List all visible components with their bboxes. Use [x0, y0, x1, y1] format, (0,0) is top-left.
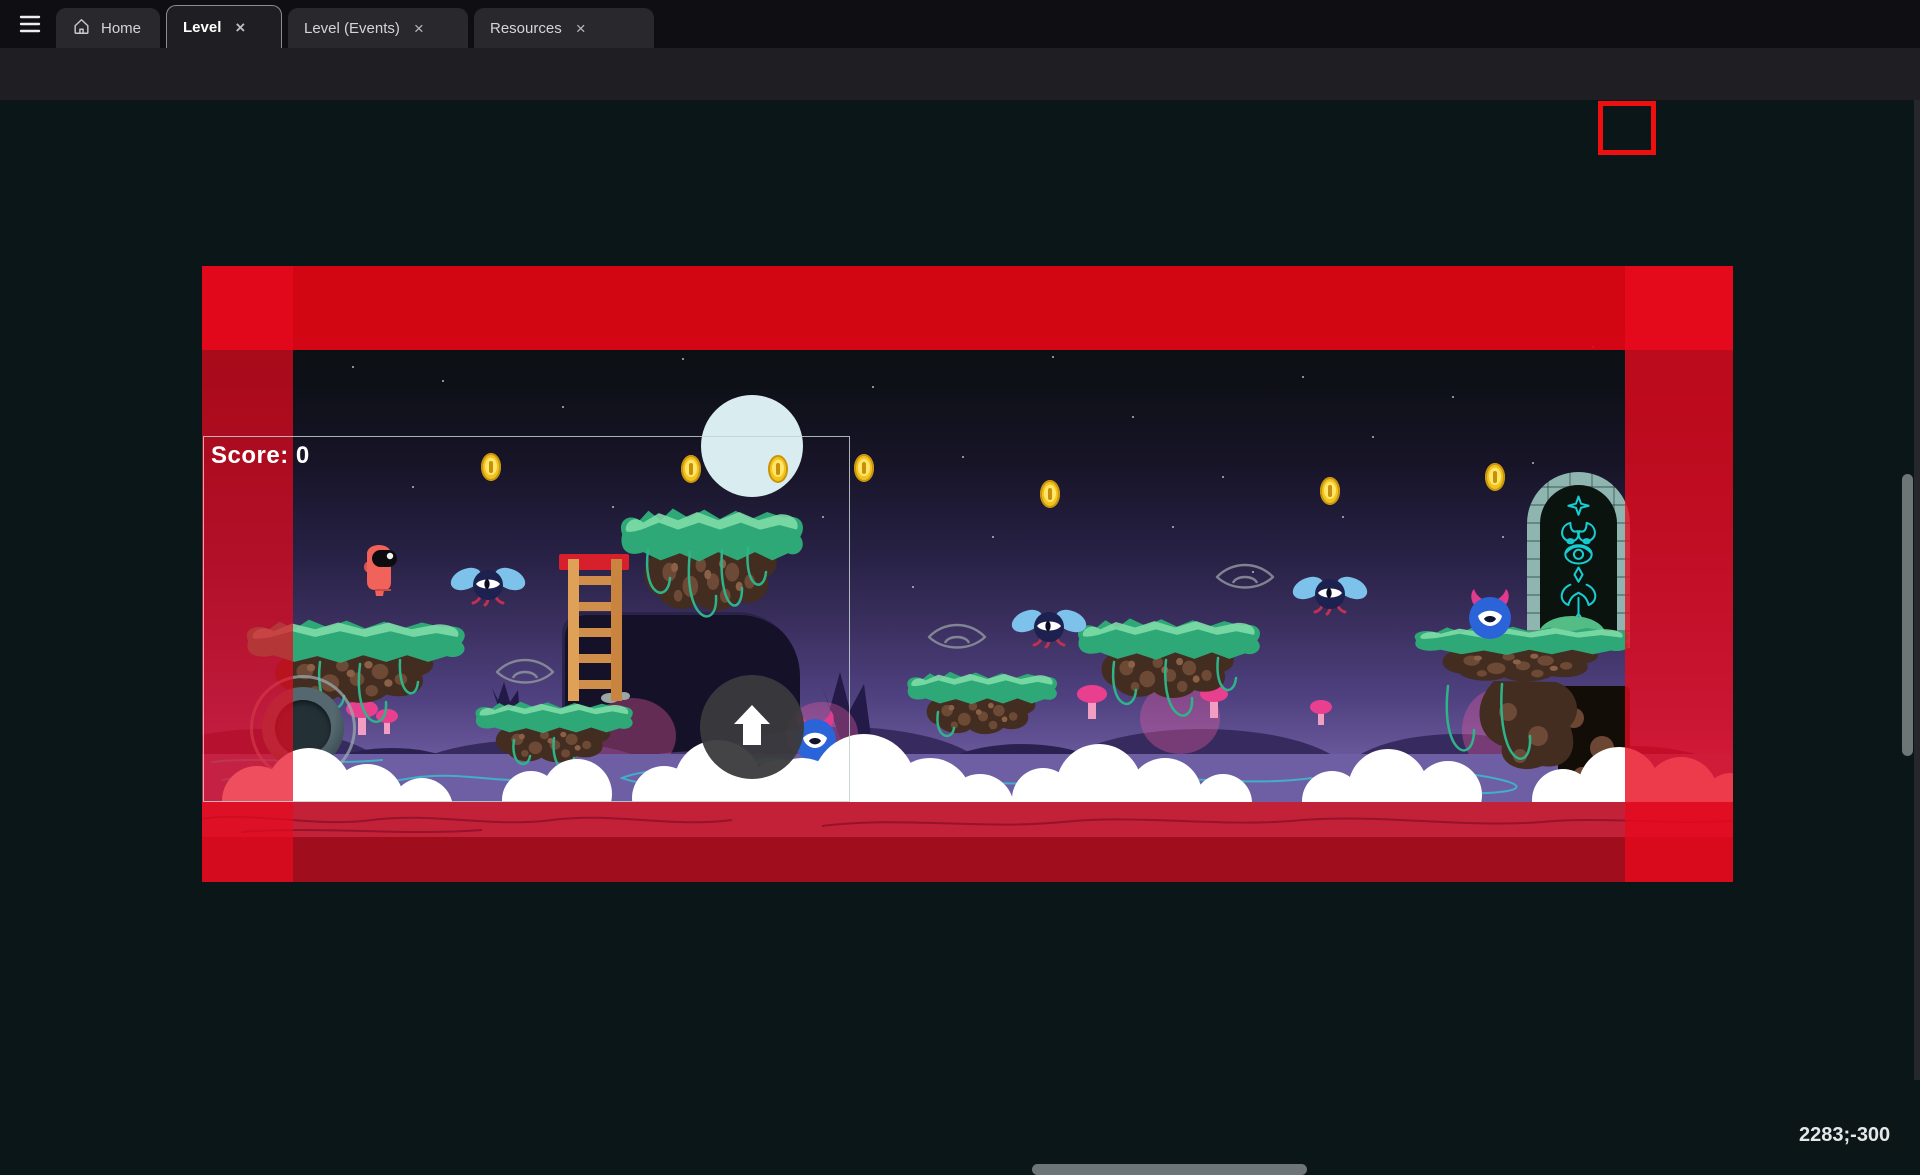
coin-sprite[interactable]: [854, 454, 874, 482]
tab-home[interactable]: Home: [56, 8, 160, 48]
fly-enemy-sprite[interactable]: [1292, 572, 1368, 618]
selection-rectangle[interactable]: [203, 436, 850, 802]
lava-band-top: [202, 802, 1733, 837]
close-tab-icon[interactable]: ×: [231, 17, 249, 38]
canvas-edge: [1914, 100, 1920, 1080]
vertical-scrollbar[interactable]: [1902, 474, 1913, 756]
cursor-coordinates: 2283;-300: [1789, 1121, 1900, 1150]
level-scene[interactable]: Score: 0: [202, 266, 1733, 882]
fly-enemy-sprite[interactable]: [1011, 605, 1087, 651]
tab-label: Level: [183, 19, 221, 36]
hamburger-icon: [16, 24, 44, 39]
main-menu-button[interactable]: [10, 11, 42, 39]
app-window: Home Level × Level (Events) × Resources …: [0, 0, 1920, 1080]
close-tab-icon[interactable]: ×: [410, 18, 428, 39]
tab-bar: Home Level × Level (Events) × Resources …: [0, 0, 1920, 48]
close-tab-icon[interactable]: ×: [572, 18, 590, 39]
tab-label: Level (Events): [304, 20, 400, 37]
tab-level-events[interactable]: Level (Events) ×: [288, 8, 468, 48]
coin-sprite[interactable]: [1040, 480, 1060, 508]
lava-band-bottom: [202, 837, 1733, 882]
home-icon: [72, 17, 91, 40]
tab-level[interactable]: Level ×: [166, 5, 282, 48]
tab-label: Resources: [490, 20, 562, 37]
toolbar: Preview Publish: [0, 48, 1920, 100]
score-hud-text[interactable]: Score: 0: [211, 442, 310, 470]
horizontal-scrollbar[interactable]: [1032, 1164, 1307, 1175]
horned-enemy-sprite[interactable]: [1462, 586, 1518, 640]
scene-canvas[interactable]: Score: 0 2283;-300: [0, 100, 1920, 1080]
tab-label: Home: [101, 20, 141, 37]
lava-waves: [202, 802, 1733, 837]
lava-band[interactable]: [202, 802, 1733, 882]
coin-sprite[interactable]: [1320, 477, 1340, 505]
coin-sprite[interactable]: [1485, 463, 1505, 491]
tab-resources[interactable]: Resources ×: [474, 8, 654, 48]
